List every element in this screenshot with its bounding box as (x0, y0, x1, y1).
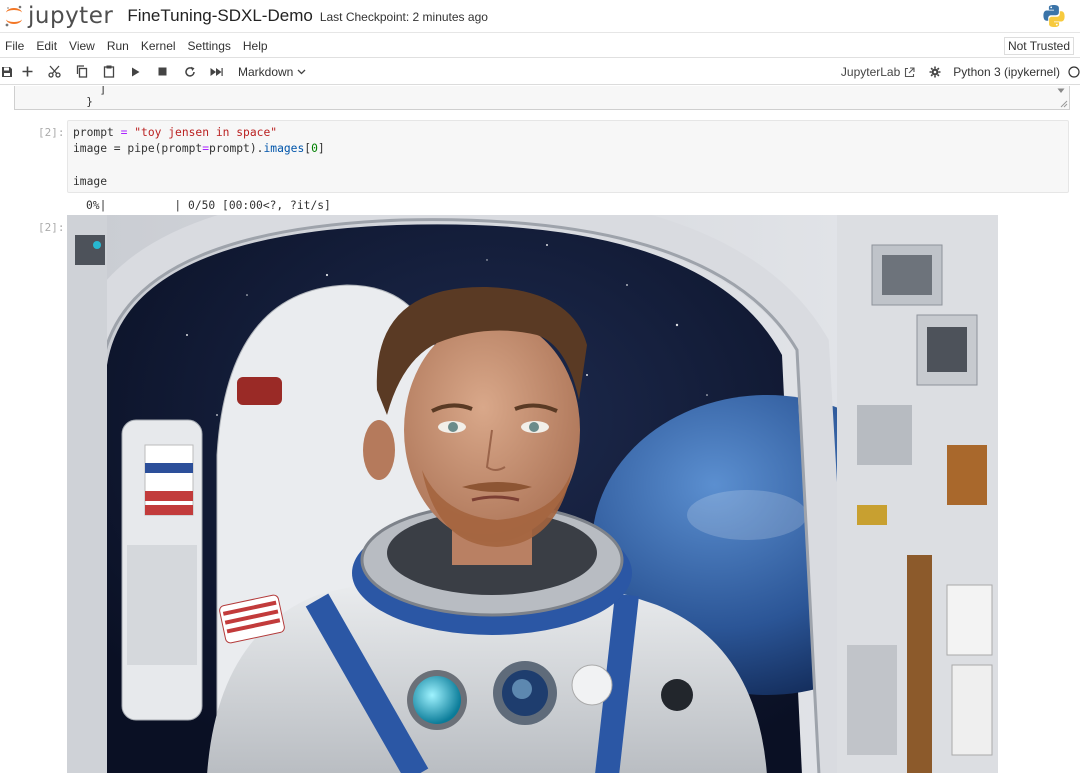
run-button[interactable] (122, 61, 149, 83)
save-button[interactable] (0, 61, 14, 83)
code-segment-a: image = pipe(prompt (73, 142, 203, 155)
add-cell-button[interactable] (14, 61, 41, 83)
progress-output: 0%| | 0/50 [00:00<?, ?it/s] (86, 199, 331, 212)
kernel-name[interactable]: Python 3 (ipykernel) (953, 65, 1060, 79)
copy-button[interactable] (68, 61, 95, 83)
run-icon (132, 67, 140, 76)
menubar: File Edit View Run Kernel Settings Help … (0, 34, 1080, 58)
code-segment-b: prompt). (209, 142, 264, 155)
cell-type-select[interactable]: Markdown (238, 65, 306, 79)
chevron-down-icon (297, 69, 306, 74)
paste-button[interactable] (95, 61, 122, 83)
cut-button[interactable] (41, 61, 68, 83)
menu-help[interactable]: Help (237, 39, 274, 53)
restart-button[interactable] (176, 61, 203, 83)
menu-settings[interactable]: Settings (182, 39, 237, 53)
code-bracket-close: ] (317, 142, 325, 155)
output-image (67, 215, 998, 773)
output-prompt: [2]: (38, 221, 65, 234)
paste-icon (103, 65, 114, 78)
astronaut-image (67, 215, 998, 773)
notebook-area[interactable]: ] } [2]: prompt = "toy jensen in space" … (0, 86, 1080, 773)
code-line-4: image (73, 175, 108, 188)
trust-status-button[interactable]: Not Trusted (1003, 37, 1074, 55)
add-icon (22, 66, 33, 77)
code-line-1: prompt = "toy jensen in space" (73, 126, 277, 139)
previous-cell-code: ] } (73, 86, 106, 108)
cut-icon (48, 65, 61, 78)
stop-button[interactable] (149, 61, 176, 83)
run-all-button[interactable] (203, 61, 230, 83)
code-string: "toy jensen in space" (134, 126, 278, 139)
previous-cell-output[interactable]: ] } (14, 86, 1070, 110)
stop-icon (158, 67, 167, 76)
code-index: 0 (311, 142, 318, 155)
menu-run[interactable]: Run (101, 39, 135, 53)
input-prompt: [2]: (38, 126, 65, 139)
header: jupyter FineTuning-SDXL-Demo Last Checkp… (0, 0, 1080, 33)
python-logo-icon (1043, 5, 1065, 27)
external-link-icon (905, 66, 915, 77)
code-var: prompt (73, 126, 114, 139)
toolbar-right: JupyterLab Python 3 (ipykernel) (841, 59, 1080, 85)
run-all-icon (210, 67, 223, 76)
jupyterlab-link[interactable]: JupyterLab (841, 65, 915, 79)
copy-icon (76, 65, 87, 78)
checkpoint-status: Last Checkpoint: 2 minutes ago (319, 10, 488, 24)
cell-type-value: Markdown (238, 64, 294, 79)
save-icon (2, 66, 12, 77)
jupyterlab-label: JupyterLab (840, 65, 901, 79)
gear-icon[interactable] (929, 66, 941, 78)
logo-text: jupyter (28, 3, 114, 29)
notebook-title[interactable]: FineTuning-SDXL-Demo (127, 6, 313, 26)
restart-icon (184, 66, 195, 77)
code-line-2: image = pipe(prompt=prompt).images[0] (73, 142, 325, 155)
code-assign: = (113, 126, 135, 139)
kernel-status-icon (1068, 66, 1080, 78)
scroll-down-icon[interactable] (1057, 88, 1065, 94)
menu-edit[interactable]: Edit (30, 39, 63, 53)
code-cell-editor[interactable]: prompt = "toy jensen in space" image = p… (67, 120, 1069, 193)
code-attr: images (263, 142, 305, 155)
menu-view[interactable]: View (63, 39, 101, 53)
menu-kernel[interactable]: Kernel (135, 39, 182, 53)
jupyter-logo[interactable]: jupyter (4, 0, 113, 33)
prev-line-2: } (73, 95, 93, 108)
jupyter-logo-icon (5, 5, 22, 27)
resize-grip-icon[interactable] (1060, 100, 1068, 108)
menu-file[interactable]: File (0, 39, 30, 53)
toolbar: Markdown JupyterLab Python 3 (ipykernel) (0, 59, 1080, 85)
